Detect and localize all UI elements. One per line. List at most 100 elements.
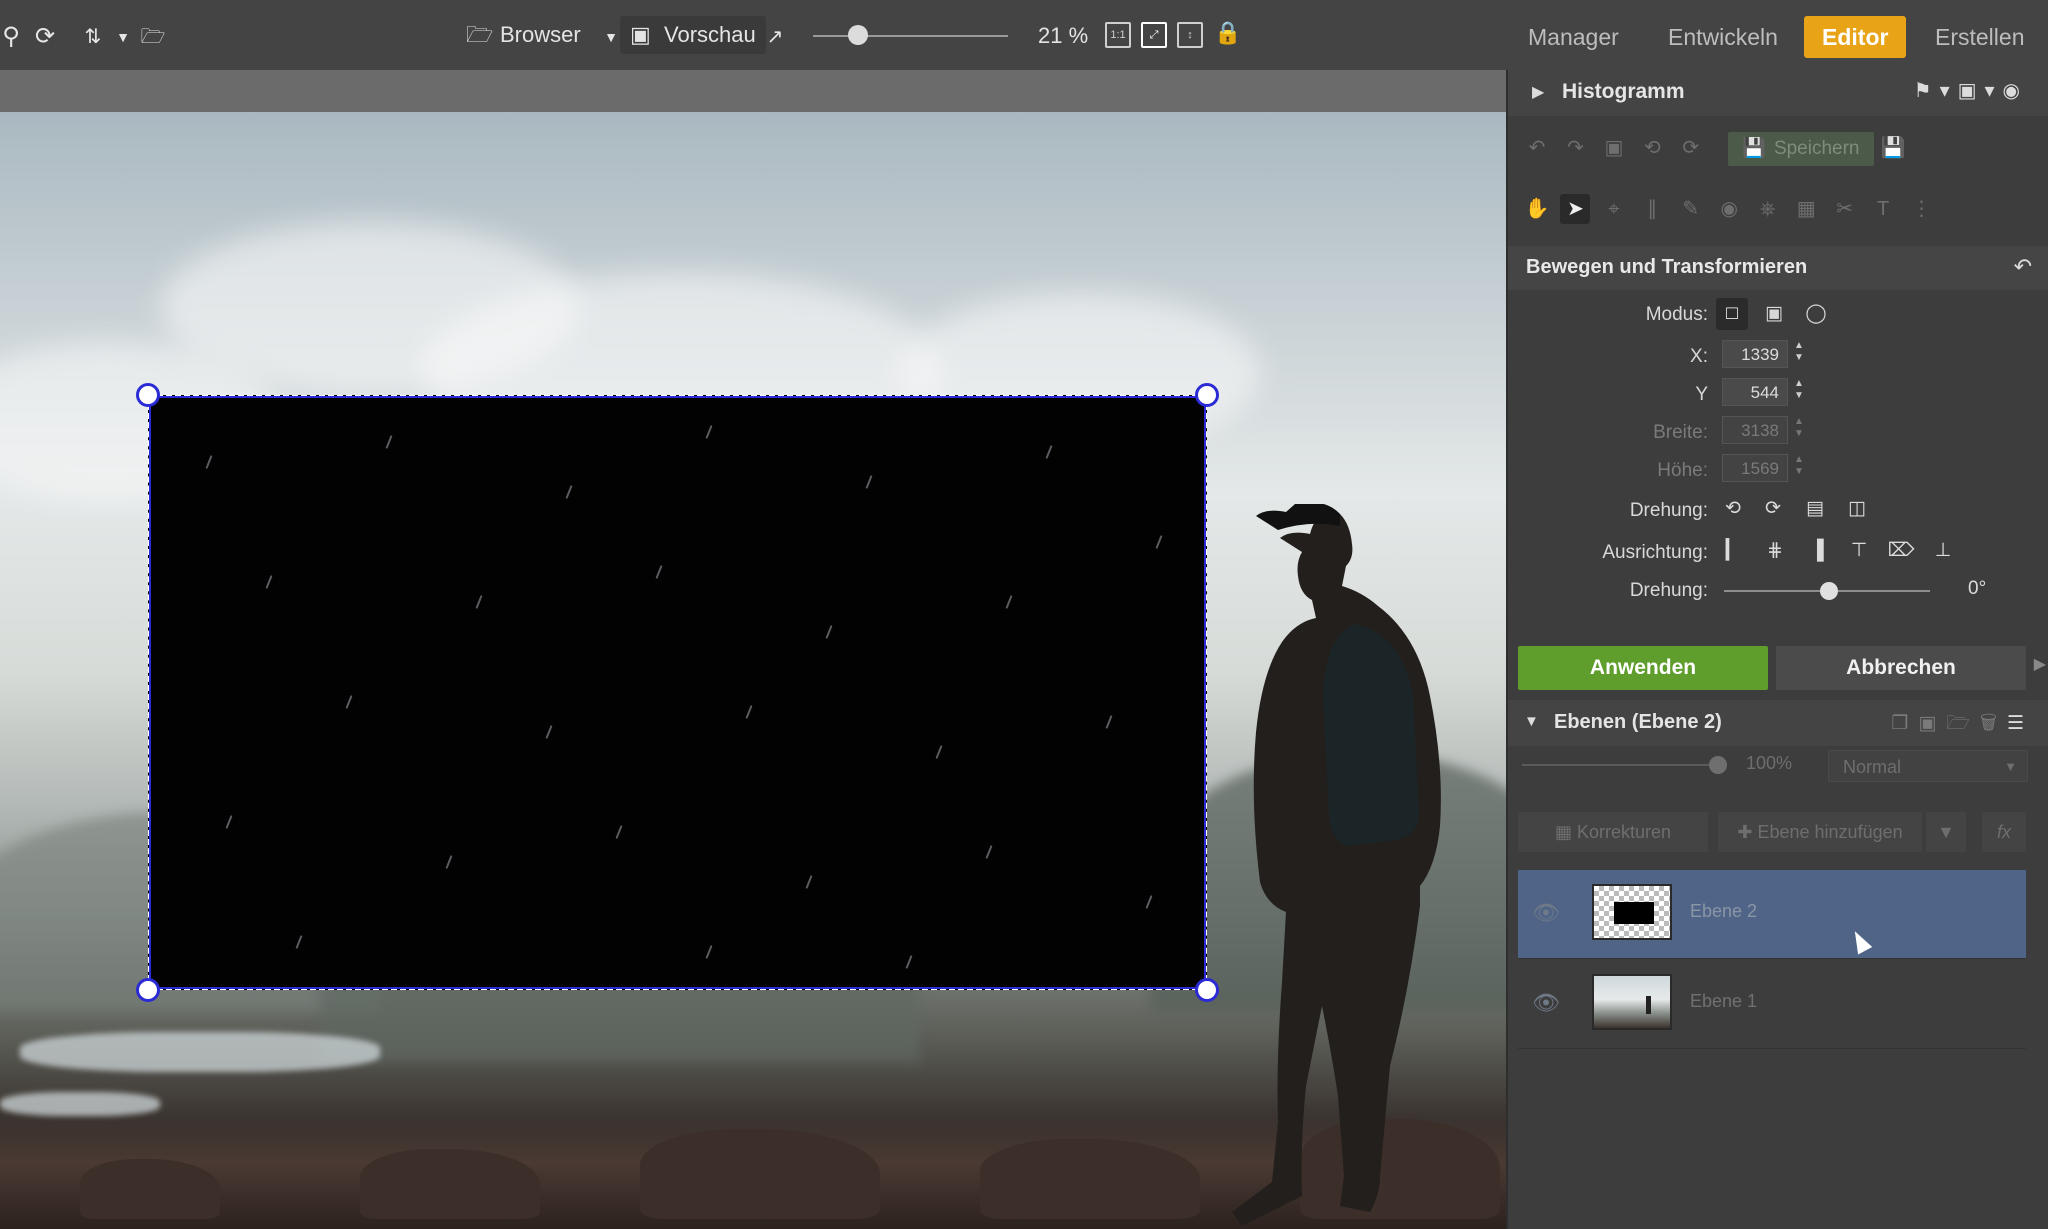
layer-name: Ebene 2	[1690, 901, 1758, 921]
zoom-slider[interactable]	[813, 25, 1008, 45]
move-tool-icon[interactable]: ➤	[1560, 194, 1591, 224]
selection-tool-icon[interactable]: ▦	[1791, 194, 1821, 224]
tab-erstellen[interactable]: Erstellen	[1917, 16, 2042, 58]
hand-tool-icon[interactable]: ✋	[1522, 194, 1552, 224]
editor-canvas[interactable]	[0, 70, 1506, 1229]
rotate-left-icon[interactable]: ⟲	[1637, 133, 1667, 163]
fit-height-icon[interactable]: ↕	[1177, 22, 1203, 48]
save-button[interactable]: 💾 Speichern	[1728, 132, 1874, 166]
tab-entwickeln[interactable]: Entwickeln	[1650, 16, 1796, 58]
browser-button[interactable]: 🗁 Browser	[466, 16, 581, 54]
width-field[interactable]: 3138	[1722, 416, 1788, 444]
mode-distort-icon[interactable]: ◯	[1800, 298, 1832, 330]
layer-row-ebene-1[interactable]: 👁 Ebene 1	[1518, 960, 2026, 1049]
rotate-right-icon[interactable]: ⟳	[1676, 133, 1706, 163]
preview-button[interactable]: ▣ Vorschau	[620, 16, 766, 54]
opacity-slider[interactable]	[1522, 756, 1727, 774]
height-stepper[interactable]: ▲ ▼	[1792, 454, 1806, 482]
tab-manager[interactable]: Manager	[1510, 16, 1637, 58]
resize-handle-top-left[interactable]	[136, 383, 160, 407]
more-tools-icon[interactable]: ⋮	[1907, 194, 1937, 224]
mode-free-icon[interactable]: □	[1716, 298, 1748, 330]
eye-icon[interactable]: 👁	[1532, 900, 1560, 926]
tab-editor[interactable]: Editor	[1804, 16, 1907, 58]
layers-header[interactable]: ▼ Ebenen (Ebene 2) ❐▣🗁🗑☰	[1508, 700, 2048, 746]
duplicate-layer-icon[interactable]: ❐	[1891, 713, 1918, 734]
delete-layer-icon[interactable]: 🗑	[1980, 713, 2007, 734]
crop-tool-icon[interactable]: ⌖	[1599, 194, 1629, 224]
apply-button[interactable]: Anwenden	[1518, 646, 1768, 690]
y-stepper[interactable]: ▲ ▼	[1792, 378, 1806, 406]
image-icon: ▣	[630, 22, 651, 47]
save-as-icon[interactable]: 💾	[1878, 133, 1908, 163]
width-stepper[interactable]: ▲ ▼	[1792, 416, 1806, 444]
selection-bounding-box[interactable]	[148, 395, 1207, 990]
alignment-label: Ausrichtung:	[1602, 542, 1708, 563]
sort-icon[interactable]: ⇅	[78, 22, 108, 52]
eye-icon[interactable]: 👁	[1532, 990, 1560, 1016]
x-label: X:	[1690, 346, 1708, 367]
layer-row-ebene-2[interactable]: 👁 Ebene 2	[1518, 870, 2026, 959]
mask-icon[interactable]: ▣	[1918, 713, 1946, 734]
flip-horizontal-icon[interactable]: ◫	[1842, 494, 1872, 524]
refresh-icon[interactable]: ⟳	[30, 22, 60, 52]
chevron-down-icon[interactable]: ▼	[108, 22, 138, 52]
x-field[interactable]: 1339	[1722, 340, 1788, 368]
align-left-icon[interactable]: ▎	[1718, 536, 1748, 566]
search-icon[interactable]: ⚲	[0, 22, 26, 52]
align-top-icon[interactable]: ⊤	[1844, 536, 1874, 566]
add-layer-label: Ebene hinzufügen	[1757, 822, 1903, 842]
zoom-1to1-icon[interactable]: 1:1	[1105, 22, 1131, 48]
brush-tool-icon[interactable]: ✎	[1676, 194, 1706, 224]
rotation-slider[interactable]	[1724, 582, 1930, 600]
fit-screen-icon[interactable]: ⤢	[1141, 22, 1167, 48]
text-tool-icon[interactable]: T	[1868, 194, 1898, 224]
resize-handle-top-right[interactable]	[1195, 383, 1219, 407]
expand-triangle-icon[interactable]: ▶	[1532, 82, 1544, 102]
x-stepper[interactable]: ▲ ▼	[1792, 340, 1806, 368]
opacity-value: 100%	[1746, 753, 1793, 773]
blend-mode-select[interactable]: Normal ▼	[1828, 750, 2028, 782]
gradient-tool-icon[interactable]: ✂	[1830, 194, 1860, 224]
clone-tool-icon[interactable]: ⎈	[1753, 194, 1783, 224]
red-eye-tool-icon[interactable]: ◉	[1714, 194, 1744, 224]
align-center-v-icon[interactable]: ⌦	[1886, 536, 1916, 566]
undo-icon[interactable]: ↶	[1522, 133, 1552, 163]
cancel-button[interactable]: Abbrechen	[1776, 646, 2026, 690]
width-label: Breite:	[1653, 422, 1708, 443]
zoom-slider-thumb[interactable]	[848, 25, 868, 45]
histogram-header[interactable]: ▶ Histogramm ⚑▾▣▾◉	[1508, 70, 2048, 116]
align-center-h-icon[interactable]: ⋕	[1760, 536, 1790, 566]
folder-icon: 🗁	[466, 22, 494, 47]
opacity-slider-thumb[interactable]	[1709, 756, 1727, 774]
y-field[interactable]: 544	[1722, 378, 1788, 406]
panel-collapse-arrow-icon[interactable]: ▶	[2034, 654, 2046, 674]
lock-icon[interactable]: 🔒	[1214, 20, 1241, 46]
redo-icon[interactable]: ↷	[1560, 133, 1590, 163]
rotate-left-icon[interactable]: ⟲	[1718, 494, 1748, 524]
histogram-options-icons[interactable]: ⚑▾▣▾◉	[1914, 78, 2028, 103]
add-layer-button[interactable]: ✚ Ebene hinzufügen	[1718, 812, 1922, 852]
add-layer-dropdown-icon[interactable]: ▼	[1926, 812, 1966, 852]
menu-icon[interactable]: ☰	[2007, 713, 2034, 734]
resize-handle-bottom-left[interactable]	[136, 978, 160, 1002]
perspective-tool-icon[interactable]: ∥	[1637, 194, 1667, 224]
image-icon[interactable]: ▣	[1599, 133, 1629, 163]
collapse-triangle-icon[interactable]: ▼	[1524, 713, 1539, 730]
height-field[interactable]: 1569	[1722, 454, 1788, 482]
mode-proportional-icon[interactable]: ▣	[1758, 298, 1790, 330]
flip-vertical-icon[interactable]: ▤	[1800, 494, 1830, 524]
history-toolbar: ↶ ↷ ▣ ⟲ ⟳ 💾 Speichern 💾	[1522, 132, 1912, 170]
group-folder-icon[interactable]: 🗁	[1946, 713, 1980, 734]
mode-label: Modus:	[1645, 304, 1708, 325]
reset-icon[interactable]: ↶	[2014, 254, 2032, 280]
rotation-slider-thumb[interactable]	[1820, 582, 1838, 600]
external-open-icon[interactable]: ↗	[760, 22, 790, 52]
align-right-icon[interactable]: ▐	[1802, 536, 1832, 566]
corrections-button[interactable]: ▦ Korrekturen	[1518, 812, 1708, 852]
rotate-right-icon[interactable]: ⟳	[1758, 494, 1788, 524]
folder-add-icon[interactable]: 🗁	[138, 22, 168, 52]
resize-handle-bottom-right[interactable]	[1195, 978, 1219, 1002]
align-bottom-icon[interactable]: ⊥	[1928, 536, 1958, 566]
fx-button[interactable]: fx	[1982, 812, 2026, 852]
